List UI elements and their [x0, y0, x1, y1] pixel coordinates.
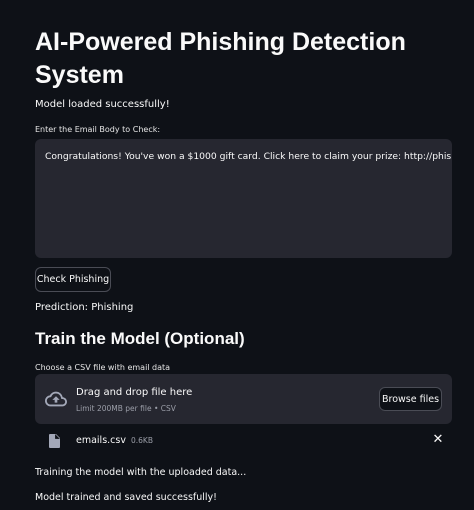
training-complete-message: Model trained and saved successfully! [35, 492, 217, 503]
uploaded-file-name: emails.csv [76, 435, 126, 446]
browse-files-button[interactable]: Browse files [379, 387, 442, 411]
email-input-label: Enter the Email Body to Check: [35, 125, 161, 134]
close-icon[interactable]: ✕ [431, 433, 445, 447]
check-phishing-button[interactable]: Check Phishing [35, 267, 111, 292]
file-dropzone[interactable]: Drag and drop file here Limit 200MB per … [35, 374, 452, 424]
page-title: AI-Powered Phishing Detection System [35, 28, 406, 89]
email-body-textarea[interactable]: Congratulations! You've won a $1000 gift… [35, 139, 452, 258]
uploaded-file-size: 0.6KB [130, 436, 153, 445]
dropzone-instructions: Drag and drop file here [76, 387, 193, 398]
file-icon [49, 434, 60, 448]
training-message: Training the model with the uploaded dat… [35, 467, 247, 478]
file-uploader-label: Choose a CSV file with email data [35, 363, 171, 372]
prediction-result: Prediction: Phishing [35, 302, 134, 313]
uploaded-file-row: emails.csv 0.6KB ✕ [35, 430, 452, 452]
status-message: Model loaded successfully! [35, 99, 170, 110]
dropzone-limit-text: Limit 200MB per file • CSV [76, 404, 176, 413]
cloud-upload-icon [45, 391, 67, 407]
train-section-heading: Train the Model (Optional) [35, 329, 245, 348]
